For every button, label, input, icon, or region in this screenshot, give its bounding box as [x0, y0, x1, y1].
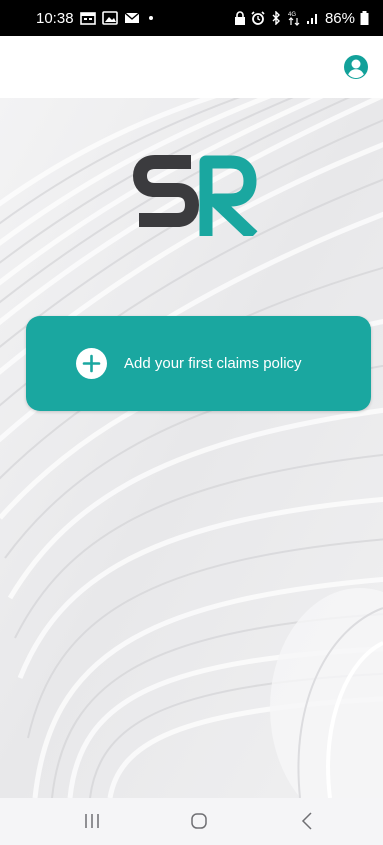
app-logo [133, 155, 258, 236]
signal-icon [306, 11, 320, 25]
home-button[interactable] [184, 808, 214, 834]
back-icon [301, 812, 312, 830]
email-icon [124, 12, 140, 24]
bluetooth-icon [270, 11, 282, 25]
status-time: 10:38 [36, 9, 74, 27]
status-right: 4G 86% [234, 0, 369, 36]
app-bar [0, 36, 383, 98]
back-button[interactable] [292, 808, 322, 834]
recent-apps-icon [85, 814, 99, 828]
add-policy-label: Add your first claims policy [124, 355, 302, 372]
logo-letter-r [199, 155, 258, 236]
plus-circle-icon [76, 348, 107, 379]
status-left: 10:38 [36, 0, 156, 36]
battery-icon [360, 11, 369, 25]
battery-percent: 86% [324, 9, 355, 27]
dot-icon [146, 13, 156, 23]
phone-screen: 10:38 4G 86% Add your first claims polic… [0, 0, 383, 845]
network-label: 4G [288, 12, 296, 18]
account-circle-icon [344, 55, 368, 79]
recent-apps-button[interactable] [77, 808, 107, 834]
data-arrows-icon: 4G [287, 10, 301, 26]
lock-icon [234, 11, 246, 25]
system-nav-bar [0, 798, 383, 845]
alarm-icon [251, 11, 265, 25]
status-bar: 10:38 4G 86% [0, 0, 383, 36]
home-icon [191, 813, 207, 829]
add-first-policy-button[interactable]: Add your first claims policy [26, 316, 371, 411]
home-content: Add your first claims policy [0, 98, 383, 798]
photo-message-icon [101, 11, 118, 25]
account-button[interactable] [343, 54, 369, 80]
logo-letter-s [133, 155, 199, 227]
calendar-icon [79, 11, 96, 25]
